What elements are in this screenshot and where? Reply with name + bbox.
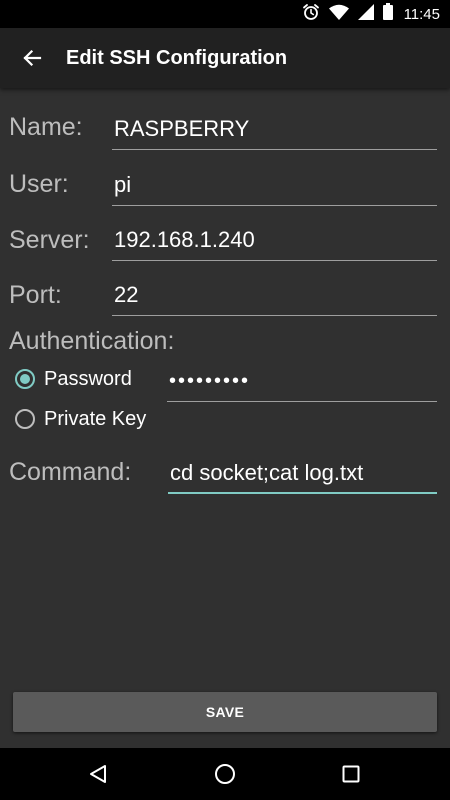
private-key-radio[interactable]: Private Key bbox=[14, 404, 146, 434]
back-button[interactable] bbox=[12, 38, 52, 78]
password-radio[interactable]: Password bbox=[14, 364, 132, 394]
back-triangle-icon bbox=[90, 765, 106, 783]
arrow-back-icon bbox=[23, 49, 42, 67]
home-circle-icon bbox=[215, 764, 235, 784]
page-title: Edit SSH Configuration bbox=[66, 47, 288, 69]
nav-home-button[interactable] bbox=[195, 748, 255, 800]
alarm-icon bbox=[302, 3, 320, 26]
name-label: Name: bbox=[9, 113, 83, 141]
recents-square-icon bbox=[342, 765, 360, 783]
server-input[interactable]: 192.168.1.240 bbox=[112, 221, 437, 261]
radio-checked-icon bbox=[15, 369, 35, 389]
port-input[interactable]: 22 bbox=[112, 276, 437, 316]
command-input[interactable]: cd socket;cat log.txt bbox=[168, 454, 437, 494]
nav-recents-button[interactable] bbox=[321, 748, 381, 800]
signal-icon bbox=[357, 3, 374, 25]
authentication-label: Authentication: bbox=[9, 327, 175, 355]
save-button[interactable]: SAVE bbox=[13, 692, 437, 732]
battery-icon bbox=[382, 3, 393, 25]
name-input[interactable]: RASPBERRY bbox=[112, 110, 437, 150]
server-label: Server: bbox=[9, 226, 90, 254]
private-key-radio-label: Private Key bbox=[44, 407, 147, 430]
nav-back-button[interactable] bbox=[68, 748, 128, 800]
password-radio-label: Password bbox=[44, 367, 132, 390]
port-label: Port: bbox=[9, 281, 62, 309]
status-icons: 11:45 bbox=[302, 0, 440, 28]
radio-unchecked-icon bbox=[15, 409, 35, 429]
status-bar: 11:45 bbox=[0, 0, 450, 28]
user-label: User: bbox=[9, 170, 69, 198]
wifi-icon bbox=[328, 4, 349, 25]
status-time: 11:45 bbox=[403, 5, 440, 23]
navigation-bar bbox=[0, 748, 450, 800]
command-label: Command: bbox=[9, 458, 132, 486]
app-bar: Edit SSH Configuration bbox=[0, 28, 450, 88]
user-input[interactable]: pi bbox=[112, 166, 437, 206]
password-input[interactable]: ••••••••• bbox=[167, 362, 437, 402]
